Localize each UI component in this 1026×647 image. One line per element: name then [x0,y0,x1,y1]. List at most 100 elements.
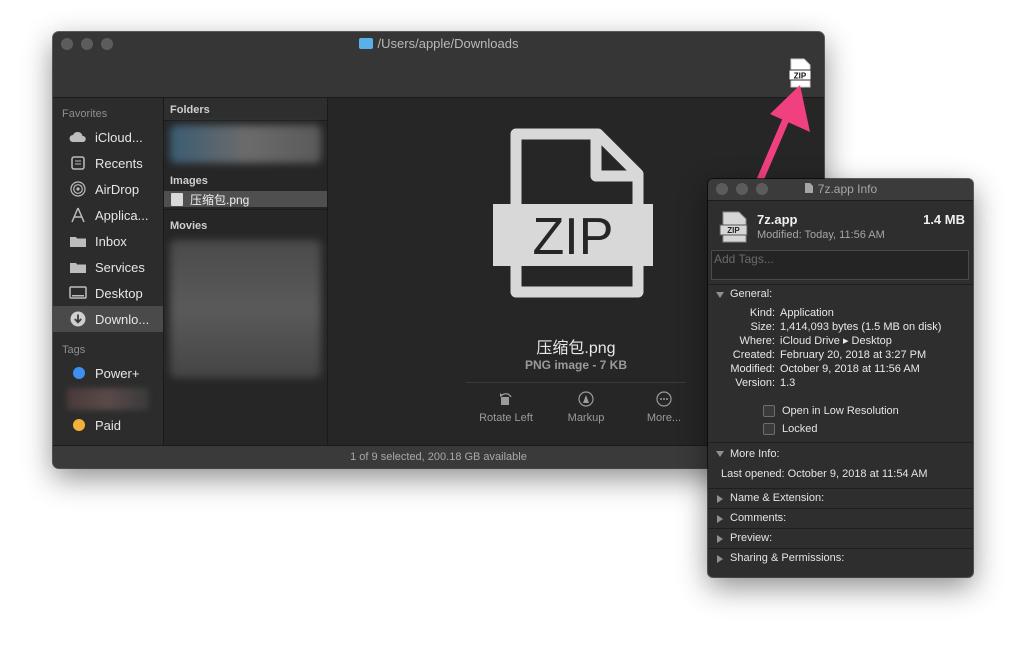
markup-label: Markup [567,412,605,424]
blurred-movie-thumbnail [170,240,321,378]
sidebar-item-recents[interactable]: Recents [53,150,163,176]
tags-placeholder: Add Tags... [714,252,774,266]
detail-key: Size: [750,321,775,333]
more-button[interactable]: More... [634,391,694,424]
comments-section[interactable]: Comments: [708,508,973,528]
preview-actions: Rotate Left Markup More... [466,382,686,443]
general-toggle[interactable]: General: [708,285,973,304]
rotate-left-button[interactable]: Rotate Left [471,391,541,424]
folder-icon [69,260,87,274]
7z-app-icon: ZIP [719,211,748,243]
sharing-permissions-section[interactable]: Sharing & Permissions: [708,548,973,568]
info-window: 7z.app Info ZIP 7z.app 1.4 MB Modified: … [708,179,973,577]
detail-key: Where: [739,335,775,347]
detail-row: Created: February 20, 2018 at 3:27 PM [708,348,973,362]
checkbox-label: Locked [782,423,818,435]
disclosure-down-icon [716,291,724,298]
detail-value: iCloud Drive ▸ Desktop [780,335,892,347]
sidebar-item-services[interactable]: Services [53,254,163,280]
zip-file-icon: ZIP [493,128,653,298]
window-title-text: /Users/apple/Downloads [377,36,519,51]
detail-row: Size: 1,414,093 bytes (1.5 MB on disk) [708,320,973,334]
markup-icon [578,391,594,407]
sidebar-tag-power[interactable]: Power+ [53,360,163,386]
comments-toggle[interactable]: Comments: [708,509,973,528]
checkbox-label: Open in Low Resolution [782,405,899,417]
section-title: Name & Extension: [730,492,825,504]
section-title: Preview: [730,532,773,544]
detail-key: Kind: [749,307,775,319]
detail-key: Modified: [730,363,775,375]
section-title: Sharing & Permissions: [730,552,845,564]
sidebar-item-airdrop[interactable]: AirDrop [53,176,163,202]
sharing-permissions-toggle[interactable]: Sharing & Permissions: [708,549,973,568]
sidebar-item-label: Desktop [95,285,143,301]
sidebar-item-label: Inbox [95,233,127,249]
preview-toggle[interactable]: Preview: [708,529,973,548]
more-label: More... [646,412,682,424]
sidebar-item-desktop[interactable]: Desktop [53,280,163,306]
file-row-selected[interactable]: 压缩包.png [164,191,327,207]
more-info-section: More Info: Last opened: October 9, 2018 … [708,442,973,488]
low-resolution-checkbox[interactable]: Open in Low Resolution [708,402,973,420]
detail-value: 1,414,093 bytes (1.5 MB on disk) [780,321,942,333]
tag-color-dot [73,419,85,431]
general-details: Kind: Application Size: 1,414,093 bytes (1… [708,304,973,442]
checkbox-box[interactable] [763,423,775,435]
folder-icon [69,234,87,248]
column-group-folders: Folders [164,98,327,121]
sidebar-item-icloud[interactable]: iCloud... [53,124,163,150]
detail-value: Application [780,307,834,319]
detail-key: Version: [735,377,775,389]
info-window-title: 7z.app Info [708,182,973,196]
finder-titlebar: /Users/apple/Downloads ZIP [53,32,824,98]
app-size: 1.4 MB [923,212,965,227]
tag-color-dot [73,367,85,379]
preview-section[interactable]: Preview: [708,528,973,548]
app-modified: Modified: Today, 11:56 AM [757,229,885,241]
info-header: ZIP 7z.app 1.4 MB Modified: Today, 11:56… [708,201,973,247]
folder-icon [358,38,373,49]
name-extension-toggle[interactable]: Name & Extension: [708,489,973,508]
sidebar-section-favorites: Favorites [62,108,108,120]
section-title: More Info: [730,447,780,460]
detail-value: February 20, 2018 at 3:27 PM [780,349,927,361]
image-file-icon [171,192,183,206]
more-icon [656,391,672,407]
detail-value: 1.3 [780,377,796,389]
checkbox-box[interactable] [763,405,775,417]
sidebar-item-label: Paid [95,417,122,433]
desktop-icon [69,286,87,300]
detail-key: Created: [732,349,775,361]
disclosure-right-icon [717,554,723,563]
more-info-toggle[interactable]: More Info: [708,443,973,465]
info-titlebar: 7z.app Info [708,179,973,201]
markup-button[interactable]: Markup [556,391,616,424]
sidebar-item-label: Downlo... [95,311,150,327]
sidebar-item-inbox[interactable]: Inbox [53,228,163,254]
app-file-icon [804,183,813,193]
name-extension-section[interactable]: Name & Extension: [708,488,973,508]
general-section: General: Kind: Application Size: 1,414,093… [708,284,973,442]
sidebar-item-label: AirDrop [95,181,140,197]
rotate-left-icon [500,393,512,405]
disclosure-right-icon [717,534,723,543]
detail-row: Modified: October 9, 2018 at 11:56 AM [708,362,973,376]
zip-icon-label: ZIP [533,208,614,266]
downloads-icon [69,311,87,327]
add-tags-field[interactable]: Add Tags... [711,250,969,280]
section-title: General: [730,288,773,300]
disclosure-down-icon [716,451,724,457]
column-group-movies: Movies [164,209,327,236]
app-name: 7z.app [757,212,798,227]
locked-checkbox[interactable]: Locked [708,420,973,438]
sidebar-item-downloads[interactable]: Downlo... [53,306,163,332]
sidebar-item-applications[interactable]: Applica... [53,202,163,228]
column-view: Folders Images 压缩包.png Movies [164,98,328,446]
column-group-images: Images [164,167,327,191]
window-title: /Users/apple/Downloads [53,36,824,51]
sidebar-tag-paid[interactable]: Paid [53,412,163,438]
detail-row: Version: 1.3 [708,376,973,390]
blurred-tag [67,388,149,410]
disclosure-right-icon [717,494,723,503]
